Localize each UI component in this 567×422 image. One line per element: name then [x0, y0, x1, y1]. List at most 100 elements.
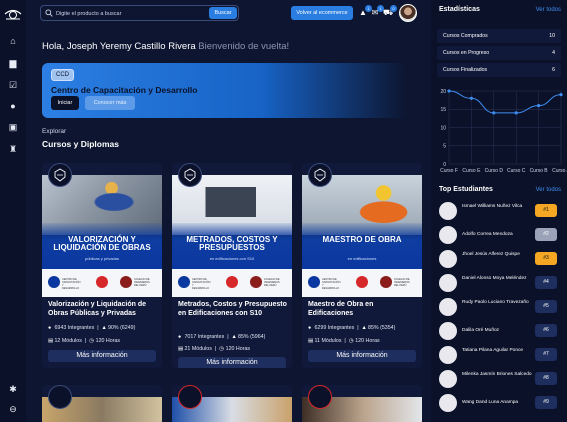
course-name[interactable]: Metrados, Costos y Presupuesto en Edific… — [178, 300, 288, 318]
stat-row: Cursos Comprados 10 — [437, 29, 561, 43]
course-thumbnail[interactable]: Maestro de Obra en edificaciones CENTRO … — [302, 175, 422, 297]
start-button[interactable]: Iniciar — [51, 96, 79, 110]
course-name[interactable]: Valorización y Liquidación de Obras Públ… — [48, 300, 158, 318]
logout-icon[interactable]: ⊖ — [8, 404, 18, 414]
chat-icon[interactable]: ✉ 1 — [370, 5, 384, 18]
ccd-logo-text: CENTRO DE CAPACITACIÓN Y DESARROLLO — [62, 278, 81, 290]
student-row[interactable]: Dalila Oré Muñoz #6 — [437, 320, 561, 342]
clock-icon: ◷ — [89, 338, 94, 344]
course-thumbnail[interactable]: Valorización y Liquidación de Obras públ… — [42, 175, 162, 297]
data-point — [537, 104, 541, 108]
course-modules: 11 Módulos — [314, 338, 342, 344]
student-row[interactable]: Wang Dand Luna Anampa #9 — [437, 392, 561, 414]
stat-label: Cursos Comprados — [443, 33, 488, 39]
student-rank-badge: #4 — [535, 276, 557, 289]
top-students-view-all-link[interactable]: Ver todos — [536, 187, 561, 193]
student-rank-badge: #3 — [535, 252, 557, 265]
x-tick-label: Curso B — [530, 168, 549, 174]
cip-logo-icon — [120, 276, 132, 288]
search-button[interactable]: Buscar — [209, 7, 237, 19]
student-row[interactable]: Tatiana Pilana Aguilar Ponce #7 — [437, 344, 561, 366]
stats-title: Estadísticas — [439, 6, 480, 13]
user-icon[interactable]: ● — [8, 101, 18, 111]
ccd-logo-text: CENTRO DE CAPACITACIÓN Y DESARROLLO — [322, 278, 341, 290]
thumbs-up-icon: ▲ — [231, 334, 237, 340]
user-avatar[interactable] — [399, 4, 417, 22]
student-avatar — [439, 202, 457, 220]
student-avatar — [439, 250, 457, 268]
course-card[interactable]: Metrados, Costos y Presupuestos en edifi… — [172, 163, 292, 368]
student-name: Wang Dand Luna Anampa — [462, 400, 519, 405]
course-card[interactable] — [302, 385, 422, 422]
stats-view-all-link[interactable]: Ver todos — [536, 7, 561, 13]
sidebar: ⌂ ▆ ☑ ● ▣ ♜ ✱ ⊖ — [0, 0, 26, 422]
x-tick-label: Curso D — [485, 168, 504, 174]
modules-icon: ▤ — [178, 346, 184, 352]
search-input[interactable] — [56, 8, 186, 19]
home-icon[interactable]: ⌂ — [8, 36, 18, 46]
course-stats-row: ● 6299 Integrantes | ▲ 85% (5354) — [308, 325, 396, 331]
thumb-title: Maestro de Obra — [322, 235, 402, 244]
section-title: Cursos y Diplomas — [42, 139, 119, 149]
student-rank-badge: #2 — [535, 228, 557, 241]
student-name: Tatiana Pilana Aguilar Ponce — [462, 348, 524, 353]
course-card[interactable] — [42, 385, 162, 422]
stat-value: 10 — [549, 33, 555, 39]
settings-icon[interactable]: ✱ — [8, 384, 18, 394]
top-students-title: Top Estudiantes — [439, 186, 493, 193]
student-row[interactable]: Adolfo Correa Mendoza #2 — [437, 224, 561, 246]
stat-label: Cursos Finalizados — [443, 67, 488, 73]
greeting-welcome: Bienvenido de vuelta! — [198, 41, 290, 52]
course-students: 7017 Integrantes — [184, 334, 225, 340]
trophy-icon[interactable]: ♜ — [8, 144, 18, 154]
ecommerce-button[interactable]: Volver al ecommerce — [291, 6, 353, 20]
student-name: Daniel Alonso Moya Meléndez — [462, 276, 527, 281]
thumb-subtitle: en edificaciones — [347, 256, 377, 261]
bell-icon[interactable]: ▲ 1 — [358, 5, 372, 18]
course-modules: 12 Módulos — [54, 338, 82, 344]
course-info-row: ▤ 11 Módulos | ◷ 120 Horas — [308, 338, 380, 344]
student-name: Rudy Paolo Luciano Travezaño — [462, 300, 529, 305]
course-hours: 120 Horas — [225, 346, 251, 352]
learn-more-button[interactable]: Conocer más — [85, 96, 135, 110]
stat-value: 4 — [552, 50, 555, 56]
student-rank-badge: #9 — [535, 396, 557, 409]
student-row[interactable]: Rudy Paolo Luciano Travezaño #5 — [437, 296, 561, 318]
student-avatar — [439, 274, 457, 292]
ccd-logo-icon — [308, 276, 320, 288]
course-card[interactable]: Maestro de Obra en edificaciones CENTRO … — [302, 163, 422, 368]
greeting: Hola, Joseph Yeremy Castillo Rivera Bien… — [42, 41, 289, 52]
checklist-icon[interactable]: ☑ — [8, 80, 18, 90]
more-info-button[interactable]: Más información — [308, 350, 416, 362]
student-avatar — [439, 322, 457, 340]
more-info-button[interactable]: Más información — [178, 357, 286, 368]
course-emblem-icon — [178, 163, 202, 187]
student-name: Ismael Williams Nuñez Vilca — [462, 204, 523, 209]
course-thumbnail[interactable]: Metrados, Costos y Presupuestos en edifi… — [172, 175, 292, 297]
clock-icon: ◷ — [348, 338, 354, 344]
student-row[interactable]: Daniel Alonso Moya Meléndez #4 — [437, 272, 561, 294]
course-name[interactable]: Maestro de Obra en Edificaciones — [308, 300, 418, 318]
cart-badge: 0 — [390, 5, 397, 12]
data-point — [447, 89, 451, 93]
student-row[interactable]: Jhoel Jesús Alferez Quispe #3 — [437, 248, 561, 270]
users-icon: ● — [48, 325, 52, 331]
data-point — [514, 111, 518, 115]
stat-row: Cursos Finalizados 6 — [437, 63, 561, 77]
course-card[interactable] — [172, 385, 292, 422]
cip-logo-icon — [380, 276, 392, 288]
course-emblem-icon — [48, 163, 72, 187]
course-card[interactable]: Valorización y Liquidación de Obras públ… — [42, 163, 162, 368]
more-info-button[interactable]: Más información — [48, 350, 156, 362]
stat-row: Cursos en Progreso 4 — [437, 46, 561, 60]
data-point — [559, 93, 563, 97]
student-row[interactable]: Ismael Williams Nuñez Vilca #1 — [437, 200, 561, 222]
student-avatar — [439, 226, 457, 244]
book-icon[interactable]: ▆ — [8, 58, 18, 68]
course-modules: 21 Módulos — [184, 346, 212, 352]
ccd-logo-icon[interactable] — [3, 6, 23, 22]
student-row[interactable]: Milenka Jasmín Briones Salcedo #8 — [437, 368, 561, 390]
y-tick-label: 20 — [440, 89, 446, 95]
cart-icon[interactable]: ⛟ 0 — [383, 5, 397, 18]
shop-icon[interactable]: ▣ — [8, 122, 18, 132]
